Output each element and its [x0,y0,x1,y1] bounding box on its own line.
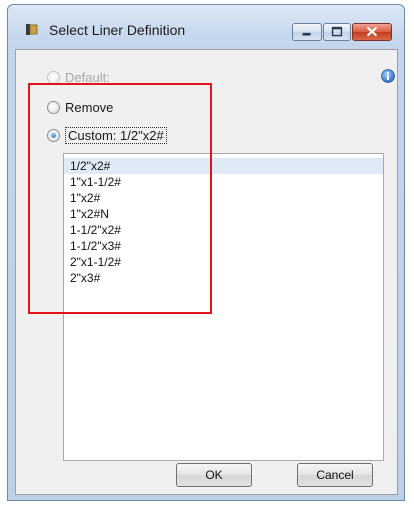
liner-list-items: 1/2"x2# 1"x1-1/2# 1"x2# 1"x2#N 1-1/2"x2# 1-1/… [64,154,383,286]
minimize-button[interactable] [292,23,322,41]
liner-listbox[interactable]: 1/2"x2# 1"x1-1/2# 1"x2# 1"x2#N 1-1/2"x2# 1-1/… [63,153,384,461]
title-bar[interactable]: Select Liner Definition [8,5,404,49]
default-label: Default: [65,70,110,85]
list-item[interactable]: 1"x2# [64,190,383,206]
remove-radio[interactable] [47,101,60,114]
custom-option[interactable]: Custom: 1/2"x2# [47,127,167,144]
list-item[interactable]: 1-1/2"x2# [64,222,383,238]
list-item[interactable]: 1-1/2"x3# [64,238,383,254]
custom-label-focus[interactable]: Custom: 1/2"x2# [65,127,167,144]
custom-radio[interactable] [47,129,60,142]
cancel-button[interactable]: Cancel [297,463,373,487]
list-item[interactable]: 1/2"x2# [64,158,383,174]
list-item[interactable]: 2"x1-1/2# [64,254,383,270]
close-icon [366,26,378,37]
dialog-window: Select Liner Definition Default: Remove … [7,4,405,501]
list-item[interactable]: 1"x2#N [64,206,383,222]
remove-label[interactable]: Remove [65,100,113,115]
ok-button[interactable]: OK [176,463,252,487]
custom-label: Custom: [68,128,117,143]
dialog-client-area: Default: Remove Custom: 1/2"x2# 1/2"x2# … [15,49,398,495]
remove-option[interactable]: Remove [47,100,113,115]
default-radio [47,71,60,84]
list-item[interactable]: 1"x1-1/2# [64,174,383,190]
window-title: Select Liner Definition [49,22,186,38]
default-option: Default: [47,70,110,85]
minimize-icon [302,32,311,36]
maximize-icon [331,26,343,37]
liner-app-icon [26,24,38,35]
info-icon[interactable] [381,69,395,83]
custom-value: 1/2"x2# [120,128,164,143]
close-button[interactable] [352,23,392,41]
maximize-button[interactable] [323,23,351,41]
list-item[interactable]: 2"x3# [64,270,383,286]
